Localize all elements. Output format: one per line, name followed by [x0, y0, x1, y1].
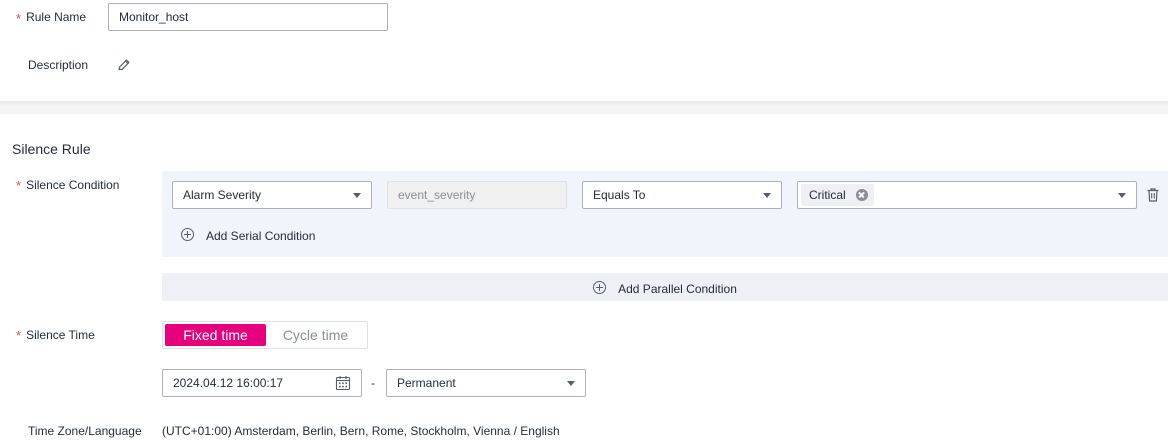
pencil-icon[interactable]: [116, 57, 132, 73]
condition-key-input: event_severity: [387, 181, 567, 209]
condition-value-select[interactable]: Critical: [797, 181, 1137, 209]
section-title: Silence Rule: [12, 141, 91, 157]
required-mark: *: [16, 10, 22, 26]
rule-name-input[interactable]: [108, 3, 388, 31]
chevron-down-icon: [763, 192, 771, 198]
start-datetime-value: 2024.04.12 16:00:17: [173, 376, 284, 390]
silence-time-label: Silence Time: [26, 327, 95, 342]
condition-field-value: Alarm Severity: [183, 188, 262, 202]
plus-circle-icon: [593, 280, 607, 294]
range-separator: -: [371, 376, 375, 390]
value-tag-label: Critical: [809, 188, 846, 202]
description-label: Description: [28, 58, 89, 72]
required-mark: *: [16, 178, 22, 193]
rule-name-row: * Rule Name: [16, 3, 86, 31]
add-serial-condition-label: Add Serial Condition: [206, 229, 316, 243]
add-parallel-condition-label: Add Parallel Condition: [618, 282, 737, 296]
add-serial-condition-button[interactable]: Add Serial Condition: [181, 226, 315, 243]
chevron-down-icon: [1118, 192, 1126, 198]
value-tag: Critical: [801, 184, 874, 206]
section-divider: [0, 106, 1168, 114]
chevron-down-icon: [353, 192, 361, 198]
end-time-value: Permanent: [397, 376, 456, 390]
time-mode-toggle: Fixed time Cycle time: [162, 321, 368, 349]
silence-time-label-row: * Silence Time: [16, 327, 95, 344]
timezone-value: (UTC+01:00) Amsterdam, Berlin, Bern, Rom…: [162, 424, 560, 438]
rule-name-label: Rule Name: [26, 10, 87, 24]
required-mark: *: [16, 328, 22, 343]
calendar-icon: [335, 375, 351, 391]
silence-condition-label: Silence Condition: [26, 177, 120, 192]
tag-remove-icon[interactable]: [855, 189, 868, 201]
end-time-select[interactable]: Permanent: [386, 369, 586, 397]
plus-circle-icon: [181, 228, 194, 241]
condition-operator-value: Equals To: [593, 188, 646, 202]
trash-icon[interactable]: [1145, 187, 1161, 203]
add-parallel-condition-button[interactable]: Add Parallel Condition: [162, 273, 1168, 301]
condition-operator-select[interactable]: Equals To: [582, 181, 782, 209]
silence-condition-label-row: * Silence Condition: [16, 177, 120, 194]
start-datetime-picker[interactable]: 2024.04.12 16:00:17: [162, 369, 362, 397]
condition-field-select[interactable]: Alarm Severity: [172, 181, 372, 209]
timezone-label: Time Zone/Language: [28, 424, 142, 438]
time-mode-fixed[interactable]: Fixed time: [165, 324, 266, 346]
condition-key-value: event_severity: [398, 188, 476, 202]
chevron-down-icon: [567, 380, 575, 386]
time-mode-cycle[interactable]: Cycle time: [266, 324, 365, 346]
